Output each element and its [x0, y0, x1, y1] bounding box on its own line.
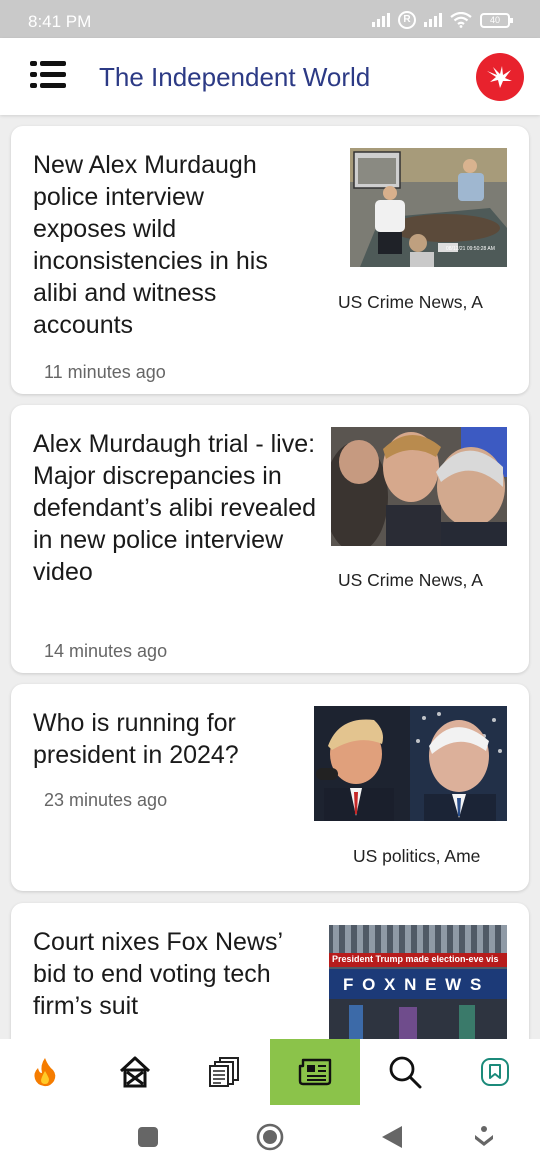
nav-home[interactable]	[90, 1039, 180, 1105]
nav-search[interactable]	[360, 1039, 450, 1105]
article-source[interactable]: US politics, Ame	[353, 846, 480, 867]
newspaper-icon	[298, 1058, 332, 1086]
menu-icon[interactable]	[30, 58, 70, 94]
thumbnail-sign: F O X N E W S	[343, 975, 484, 994]
home-circle-icon[interactable]	[256, 1123, 284, 1151]
back-icon[interactable]	[380, 1125, 404, 1149]
article-thumbnail[interactable]: President Trump made election-eve vis F …	[329, 925, 507, 1039]
article-headline[interactable]: New Alex Murdaugh police interview expos…	[33, 149, 303, 341]
article-card[interactable]: Who is running for president in 2024? 23…	[11, 684, 529, 891]
article-thumbnail[interactable]: 08/12/21 09:50:28 AM	[350, 148, 507, 267]
app-title: The Independent World	[99, 62, 371, 92]
signal-icon	[424, 13, 442, 27]
article-source[interactable]: US Crime News, A	[338, 292, 483, 313]
status-time: 8:41 PM	[28, 12, 92, 31]
app-header: The Independent World	[0, 38, 540, 115]
system-nav-bar	[0, 1105, 540, 1170]
keyboard-hide-icon[interactable]	[474, 1125, 494, 1149]
nav-bookmarks[interactable]	[450, 1039, 540, 1105]
bookmark-icon	[481, 1058, 509, 1086]
wifi-icon	[450, 12, 472, 28]
article-thumbnail[interactable]	[314, 706, 507, 821]
article-time: 11 minutes ago	[44, 362, 166, 382]
article-time: 23 minutes ago	[44, 790, 168, 810]
article-card[interactable]: New Alex Murdaugh police interview expos…	[11, 126, 529, 394]
nav-papers[interactable]	[180, 1039, 270, 1105]
signal-icon	[372, 13, 390, 27]
thumbnail-ticker: President Trump made election-eve vis	[332, 954, 499, 964]
nav-news[interactable]	[270, 1039, 360, 1105]
roaming-icon: R	[398, 11, 416, 29]
search-icon	[389, 1056, 422, 1089]
recents-icon[interactable]	[137, 1126, 159, 1148]
battery-icon: 40	[480, 12, 513, 28]
article-time: 14 minutes ago	[44, 641, 168, 661]
article-source[interactable]: US Crime News, A	[338, 570, 483, 591]
article-thumbnail[interactable]	[331, 427, 507, 546]
thumbnail-timestamp: 08/12/21 09:50:28 AM	[446, 246, 495, 252]
news-feed[interactable]: New Alex Murdaugh police interview expos…	[0, 115, 540, 1039]
article-headline[interactable]: Alex Murdaugh trial - live: Major discre…	[33, 428, 318, 588]
article-card[interactable]: Court nixes Fox News’ bid to end voting …	[11, 903, 529, 1039]
article-headline[interactable]: Court nixes Fox News’ bid to end voting …	[33, 926, 318, 1022]
home-icon	[119, 1056, 151, 1088]
fire-icon	[34, 1058, 56, 1087]
eagle-logo-icon[interactable]	[476, 53, 524, 101]
status-bar: 8:41 PM R 40	[0, 0, 540, 38]
article-headline[interactable]: Who is running for president in 2024?	[33, 707, 303, 771]
status-icons: R 40	[372, 11, 513, 29]
nav-trending[interactable]	[0, 1039, 90, 1105]
article-card[interactable]: Alex Murdaugh trial - live: Major discre…	[11, 405, 529, 673]
bottom-nav	[0, 1039, 540, 1105]
newspapers-icon	[209, 1057, 239, 1087]
